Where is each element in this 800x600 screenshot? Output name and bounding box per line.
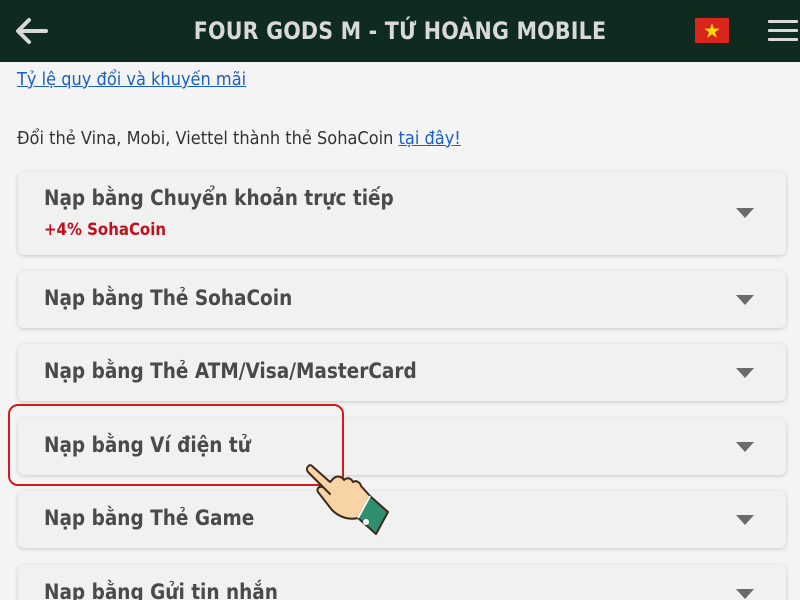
payment-method-game-card[interactable]: Nạp bằng Thẻ Game bbox=[18, 491, 786, 548]
exchange-rate-link[interactable]: Tỷ lệ quy đổi và khuyến mãi bbox=[17, 69, 246, 90]
payment-method-label: Nạp bằng Gửi tin nhắn bbox=[44, 580, 278, 600]
page-title: FOUR GODS M - TỨ HOÀNG MOBILE bbox=[193, 17, 607, 45]
bonus-badge: +4% SohaCoin bbox=[44, 220, 166, 240]
payment-method-label: Nạp bằng Thẻ ATM/Visa/MasterCard bbox=[44, 359, 417, 383]
top-bar: FOUR GODS M - TỨ HOÀNG MOBILE bbox=[0, 0, 800, 62]
convert-card-label: Đổi thẻ Vina, Mobi, Viettel thành thẻ So… bbox=[17, 128, 399, 149]
payment-method-atm-card[interactable]: Nạp bằng Thẻ ATM/Visa/MasterCard bbox=[18, 344, 786, 401]
chevron-down-icon bbox=[736, 589, 754, 599]
pointing-hand-icon bbox=[300, 458, 389, 535]
chevron-down-icon bbox=[736, 208, 754, 218]
menu-bar bbox=[768, 29, 798, 32]
vietnam-flag-icon bbox=[695, 18, 729, 43]
chevron-down-icon bbox=[736, 295, 754, 305]
payment-method-bank-transfer[interactable]: Nạp bằng Chuyển khoản trực tiếp +4% Soha… bbox=[18, 172, 786, 255]
payment-method-sohacoin-card[interactable]: Nạp bằng Thẻ SohaCoin bbox=[18, 271, 786, 328]
payment-method-label: Nạp bằng Thẻ SohaCoin bbox=[44, 286, 293, 310]
chevron-down-icon bbox=[736, 368, 754, 378]
main-content: Tỷ lệ quy đổi và khuyến mãi Đổi thẻ Vina… bbox=[0, 62, 800, 600]
convert-card-text: Đổi thẻ Vina, Mobi, Viettel thành thẻ So… bbox=[17, 128, 461, 149]
language-flag-button[interactable] bbox=[695, 18, 729, 43]
menu-bar bbox=[768, 38, 798, 41]
highlight-box bbox=[8, 404, 344, 486]
arrow-left-icon bbox=[16, 18, 48, 44]
payment-method-sms[interactable]: Nạp bằng Gửi tin nhắn bbox=[18, 565, 786, 600]
chevron-down-icon bbox=[736, 515, 754, 525]
convert-card-link[interactable]: tại đây! bbox=[399, 128, 461, 149]
chevron-down-icon bbox=[736, 442, 754, 452]
menu-bar bbox=[768, 20, 798, 23]
hamburger-menu-button[interactable] bbox=[766, 18, 800, 44]
payment-method-label: Nạp bằng Thẻ Game bbox=[44, 506, 255, 530]
payment-method-label: Nạp bằng Chuyển khoản trực tiếp bbox=[44, 186, 394, 210]
back-button[interactable] bbox=[14, 14, 50, 48]
